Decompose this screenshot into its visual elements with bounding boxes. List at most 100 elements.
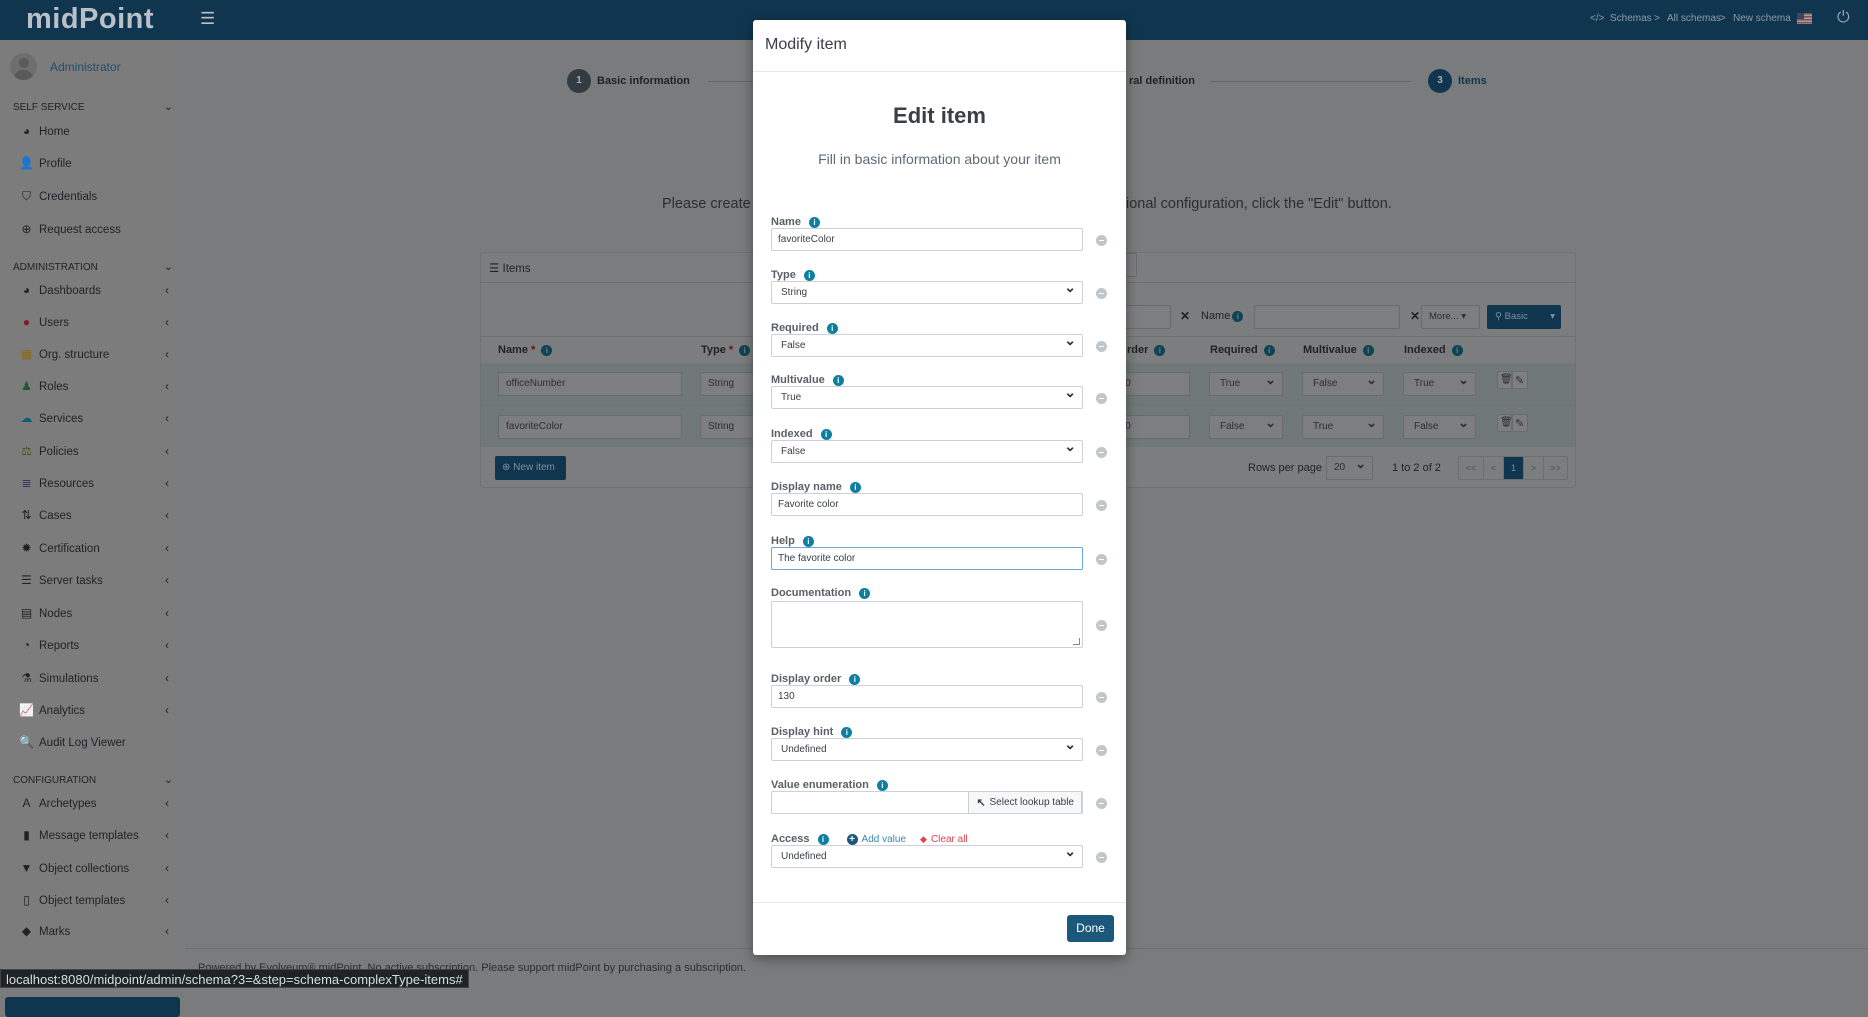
- delete-button[interactable]: 🗑: [1497, 414, 1513, 432]
- info-icon[interactable]: i: [876, 780, 888, 791]
- indexed-select[interactable]: False: [771, 438, 1083, 463]
- new-item-button[interactable]: ⊕ New item: [495, 456, 566, 480]
- info-icon[interactable]: i: [1362, 345, 1374, 356]
- sidebar-item-analytics[interactable]: 📈 Analytics ‹: [19, 701, 169, 719]
- user-name-link[interactable]: Administrator: [50, 60, 121, 74]
- info-icon[interactable]: i: [832, 375, 844, 386]
- sidebar-item-simulations[interactable]: ⚗ Simulations ‹: [19, 669, 169, 687]
- sidebar-item-audit-log-viewer[interactable]: 🔍 Audit Log Viewer: [19, 733, 169, 751]
- sidebar-item-certification[interactable]: ✹ Certification ‹: [19, 539, 169, 557]
- basic-search-button[interactable]: ⚲ Basic ▾: [1487, 305, 1561, 329]
- clear-name-filter-icon[interactable]: ✕: [1410, 309, 1420, 323]
- chevron-left-icon[interactable]: ‹: [165, 474, 169, 492]
- pager-button[interactable]: <<: [1459, 457, 1483, 479]
- sidebar-item-org-structure[interactable]: ▦ Org. structure ‹: [19, 345, 169, 363]
- menu-toggle-icon[interactable]: ☰: [200, 9, 215, 29]
- pager-button[interactable]: 1: [1503, 457, 1523, 479]
- info-icon[interactable]: i: [826, 323, 838, 334]
- breadcrumb-schemas[interactable]: Schemas: [1610, 13, 1652, 24]
- info-icon[interactable]: i: [739, 345, 751, 356]
- chevron-left-icon[interactable]: ‹: [165, 701, 169, 719]
- edit-button[interactable]: ✎: [1512, 414, 1528, 432]
- sidebar-item-resources[interactable]: ≣ Resources ‹: [19, 474, 169, 492]
- sidebar-item-policies[interactable]: ⚖ Policies ‹: [19, 442, 169, 460]
- delete-button[interactable]: 🗑: [1497, 371, 1513, 389]
- sidebar-item-home[interactable]: ◕ Home: [19, 122, 169, 140]
- chevron-left-icon[interactable]: ‹: [165, 826, 169, 844]
- chevron-left-icon[interactable]: ‹: [165, 794, 169, 812]
- power-icon[interactable]: ⏻: [1837, 9, 1850, 27]
- sidebar-section-self-service[interactable]: SELF SERVICE ⌄: [13, 100, 173, 113]
- chevron-left-icon[interactable]: ‹: [165, 313, 169, 331]
- sidebar-item-cases[interactable]: ⇅ Cases ‹: [19, 506, 169, 524]
- remove-icon[interactable]: [1096, 691, 1107, 703]
- chevron-left-icon[interactable]: ‹: [165, 345, 169, 363]
- display-name-input[interactable]: Favorite color: [771, 493, 1083, 516]
- sidebar-item-nodes[interactable]: ▤ Nodes ‹: [19, 604, 169, 622]
- remove-icon[interactable]: [1096, 619, 1107, 631]
- chevron-left-icon[interactable]: ‹: [165, 604, 169, 622]
- remove-icon[interactable]: [1096, 392, 1107, 404]
- remove-icon[interactable]: [1096, 851, 1107, 863]
- edit-button[interactable]: ✎: [1512, 371, 1528, 389]
- info-icon[interactable]: i: [849, 674, 861, 685]
- chevron-left-icon[interactable]: ‹: [165, 377, 169, 395]
- info-icon[interactable]: i: [1263, 345, 1275, 356]
- info-icon[interactable]: i: [1451, 345, 1463, 356]
- sidebar-item-reports[interactable]: ◔ Reports ‹: [19, 636, 169, 654]
- clear-filter-icon[interactable]: ✕: [1180, 309, 1190, 323]
- sidebar-item-object-templates[interactable]: ▯ Object templates ‹: [19, 891, 169, 909]
- indexed-select[interactable]: False: [1403, 415, 1476, 439]
- us-flag-icon[interactable]: [1797, 13, 1812, 24]
- value-enumeration-input[interactable]: Select lookup table: [771, 791, 1083, 814]
- name-input[interactable]: favoriteColor: [771, 228, 1083, 251]
- sidebar-item-profile[interactable]: 👤 Profile: [19, 154, 169, 172]
- type-select[interactable]: String: [700, 372, 760, 396]
- remove-icon[interactable]: [1096, 287, 1107, 299]
- add-value-link[interactable]: Add value: [847, 834, 906, 845]
- chevron-left-icon[interactable]: ‹: [165, 669, 169, 687]
- chevron-left-icon[interactable]: ‹: [165, 506, 169, 524]
- info-icon[interactable]: i: [803, 270, 815, 281]
- chevron-left-icon[interactable]: ‹: [165, 922, 169, 940]
- chevron-left-icon[interactable]: ‹: [165, 636, 169, 654]
- chevron-down-icon[interactable]: ⌄: [164, 260, 173, 273]
- required-select[interactable]: False: [1209, 415, 1283, 439]
- sidebar-item-users[interactable]: ● Users ‹: [19, 313, 169, 331]
- display-order-input[interactable]: 130: [771, 685, 1083, 708]
- chevron-down-icon[interactable]: ⌄: [164, 773, 173, 786]
- info-icon[interactable]: i: [1232, 311, 1244, 322]
- name-input[interactable]: favoriteColor: [498, 415, 682, 439]
- type-select[interactable]: String: [700, 415, 760, 439]
- remove-icon[interactable]: [1096, 340, 1107, 352]
- sidebar-section-configuration[interactable]: CONFIGURATION ⌄: [13, 773, 173, 786]
- name-input[interactable]: officeNumber: [498, 372, 682, 396]
- sidebar-item-marks[interactable]: ◆ Marks ‹: [19, 922, 169, 940]
- info-icon[interactable]: i: [541, 345, 553, 356]
- type-select[interactable]: String: [771, 279, 1083, 304]
- remove-icon[interactable]: [1096, 744, 1107, 756]
- help-input[interactable]: The favorite color: [771, 547, 1083, 570]
- required-select[interactable]: False: [771, 332, 1083, 357]
- sidebar-item-message-templates[interactable]: ▮ Message templates ‹: [19, 826, 169, 844]
- access-select[interactable]: Undefined: [771, 843, 1083, 868]
- breadcrumb-all-schemas[interactable]: All schemas: [1667, 13, 1721, 24]
- chevron-left-icon[interactable]: ‹: [165, 891, 169, 909]
- more-filters-button[interactable]: More... ▾: [1421, 305, 1480, 329]
- indexed-select[interactable]: True: [1403, 372, 1476, 396]
- step-3-label[interactable]: Items: [1458, 75, 1487, 87]
- step-2-label[interactable]: ral definition: [1129, 75, 1195, 87]
- remove-icon[interactable]: [1096, 553, 1107, 565]
- chevron-left-icon[interactable]: ‹: [165, 539, 169, 557]
- multivalue-select[interactable]: False: [1302, 372, 1384, 396]
- select-lookup-table-button[interactable]: Select lookup table: [968, 791, 1082, 814]
- info-icon[interactable]: i: [849, 482, 861, 493]
- breadcrumb-new-schema[interactable]: New schema: [1733, 13, 1791, 24]
- pager-button[interactable]: >>: [1543, 457, 1567, 479]
- filter-input[interactable]: [1121, 305, 1171, 329]
- chevron-down-icon[interactable]: ⌄: [164, 100, 173, 113]
- chevron-left-icon[interactable]: ‹: [165, 571, 169, 589]
- midpoint-logo[interactable]: midPoint: [26, 3, 154, 36]
- sidebar-item-dashboards[interactable]: ◕ Dashboards ‹: [19, 281, 169, 299]
- documentation-textarea[interactable]: [771, 601, 1083, 648]
